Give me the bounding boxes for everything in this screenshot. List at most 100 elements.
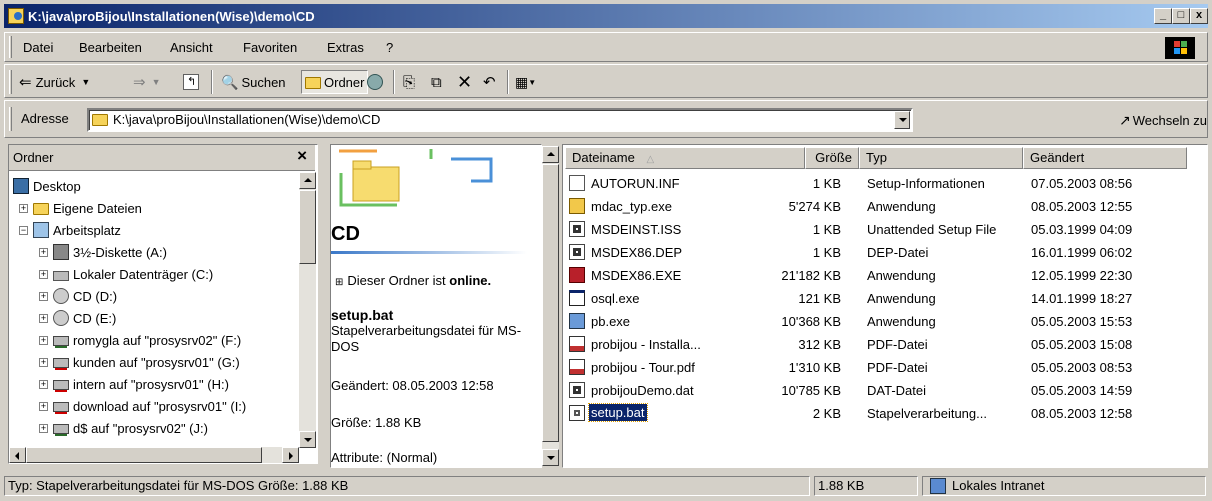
- scroll-up-button[interactable]: [299, 172, 316, 189]
- file-row[interactable]: probijou - Installa... 312 KB PDF-Datei …: [569, 334, 1199, 357]
- tree-item-drive-d[interactable]: + CD (D:): [39, 285, 117, 307]
- tree-item-drive-e[interactable]: + CD (E:): [39, 307, 116, 329]
- back-dropdown-icon[interactable]: ▼: [81, 77, 90, 87]
- file-row[interactable]: mdac_typ.exe 5'274 KB Anwendung 08.05.20…: [569, 196, 1199, 219]
- column-header-type[interactable]: Typ: [859, 147, 1023, 169]
- copy-to-button[interactable]: ⧉: [431, 71, 442, 93]
- column-header-modified[interactable]: Geändert: [1023, 147, 1187, 169]
- menu-extras[interactable]: Extras: [327, 40, 364, 55]
- file-type: Anwendung: [867, 291, 936, 306]
- folder-tree-pane: Ordner × Desktop + Eigene Dateien − Arbe…: [8, 144, 318, 464]
- address-combo[interactable]: K:\java\proBijou\Installationen(Wise)\de…: [87, 108, 913, 132]
- toolbar-separator: [393, 70, 395, 94]
- network-drive-icon: [53, 336, 69, 346]
- expand-icon[interactable]: +: [39, 269, 48, 279]
- back-button-label: Zurück: [35, 74, 76, 90]
- tree-item-drive-j[interactable]: + d$ auf "prosysrv02" (J:): [39, 417, 208, 439]
- forward-dropdown-icon[interactable]: ▼: [152, 77, 161, 87]
- file-name: probijou - Tour.pdf: [591, 360, 695, 375]
- menu-favoriten[interactable]: Favoriten: [243, 40, 297, 55]
- go-button[interactable]: ↗ Wechseln zu: [1119, 109, 1207, 131]
- status-bar: Typ: Stapelverarbeitungsdatei für MS-DOS…: [4, 474, 1208, 498]
- toolbar-handle[interactable]: [9, 70, 12, 94]
- scroll-up-button[interactable]: [542, 146, 559, 163]
- scroll-right-button[interactable]: [282, 447, 299, 463]
- title-bar[interactable]: K:\java\proBijou\Installationen(Wise)\de…: [4, 4, 1208, 28]
- file-type: Unattended Setup File: [867, 222, 997, 237]
- views-button[interactable]: ▦ ▼: [515, 71, 536, 93]
- tree-item-eigene-dateien[interactable]: + Eigene Dateien: [19, 197, 142, 219]
- file-row[interactable]: probijouDemo.dat 10'785 KB DAT-Datei 05.…: [569, 380, 1199, 403]
- search-button[interactable]: 🔍 Suchen: [221, 71, 286, 93]
- column-header-name[interactable]: Dateiname △: [565, 147, 805, 169]
- scroll-thumb[interactable]: [542, 164, 559, 442]
- disconnected-network-drive-icon: [53, 380, 69, 390]
- menu-bar-handle[interactable]: [9, 36, 12, 58]
- file-row[interactable]: pb.exe 10'368 KB Anwendung 05.05.2003 15…: [569, 311, 1199, 334]
- scroll-left-button[interactable]: [9, 447, 26, 463]
- file-type: PDF-Datei: [867, 337, 928, 352]
- file-row[interactable]: AUTORUN.INF 1 KB Setup-Informationen 07.…: [569, 173, 1199, 196]
- undo-button[interactable]: ↶: [483, 71, 496, 93]
- expand-icon[interactable]: +: [39, 423, 48, 433]
- history-button[interactable]: [367, 71, 383, 93]
- expand-icon[interactable]: +: [39, 357, 48, 367]
- up-folder-button[interactable]: ↰: [183, 71, 199, 93]
- file-type: Stapelverarbeitung...: [867, 406, 987, 421]
- scroll-down-button[interactable]: [299, 431, 316, 448]
- menu-ansicht[interactable]: Ansicht: [170, 40, 213, 55]
- generic-file-icon: [569, 382, 585, 398]
- file-row[interactable]: MSDEX86.DEP 1 KB DEP-Datei 16.01.1999 06…: [569, 242, 1199, 265]
- tree-item-drive-i[interactable]: + download auf "prosysrv01" (I:): [39, 395, 246, 417]
- online-status: ⊞ Dieser Ordner ist online.: [335, 273, 491, 288]
- scroll-down-button[interactable]: [542, 449, 559, 466]
- forward-button[interactable]: ⇒ ▼: [133, 71, 161, 93]
- tree-item-drive-c[interactable]: + Lokaler Datenträger (C:): [39, 263, 213, 285]
- tree-item-arbeitsplatz[interactable]: − Arbeitsplatz: [19, 219, 121, 241]
- address-input[interactable]: K:\java\proBijou\Installationen(Wise)\de…: [113, 112, 380, 127]
- menu-datei[interactable]: Datei: [23, 40, 53, 55]
- network-drive-icon: [53, 424, 69, 434]
- tree-item-drive-h[interactable]: + intern auf "prosysrv01" (H:): [39, 373, 229, 395]
- file-row[interactable]: probijou - Tour.pdf 1'310 KB PDF-Datei 0…: [569, 357, 1199, 380]
- column-header-size[interactable]: Größe: [805, 147, 859, 169]
- scroll-thumb[interactable]: [299, 190, 316, 264]
- address-bar-handle[interactable]: [9, 107, 12, 131]
- selected-file-attributes: Attribute: (Normal): [331, 450, 438, 465]
- expand-icon[interactable]: +: [39, 313, 48, 323]
- delete-button[interactable]: ✕: [457, 71, 472, 93]
- menu-bearbeiten[interactable]: Bearbeiten: [79, 40, 142, 55]
- expand-icon[interactable]: +: [39, 247, 48, 257]
- expand-details-icon[interactable]: ⊞: [335, 277, 343, 288]
- expand-icon[interactable]: +: [19, 203, 28, 213]
- scroll-thumb[interactable]: [26, 447, 262, 463]
- back-button[interactable]: ⇐ Zurück ▼: [19, 71, 90, 93]
- tree-horizontal-scrollbar[interactable]: [9, 447, 299, 463]
- tree-item-drive-g[interactable]: + kunden auf "prosysrv01" (G:): [39, 351, 240, 373]
- expand-icon[interactable]: +: [39, 401, 48, 411]
- hard-drive-icon: [53, 271, 69, 281]
- maximize-button[interactable]: □: [1172, 8, 1190, 24]
- web-view-scrollbar[interactable]: [542, 146, 559, 466]
- file-name: MSDEX86.DEP: [591, 245, 683, 260]
- menu-help[interactable]: ?: [386, 40, 393, 55]
- file-row[interactable]: MSDEX86.EXE 21'182 KB Anwendung 12.05.19…: [569, 265, 1199, 288]
- expand-icon[interactable]: +: [39, 335, 48, 345]
- minimize-button[interactable]: _: [1154, 8, 1172, 24]
- tree-item-drive-f[interactable]: + romygla auf "prosysrv02" (F:): [39, 329, 241, 351]
- folders-button[interactable]: Ordner: [301, 70, 369, 94]
- collapse-icon[interactable]: −: [19, 225, 28, 235]
- close-folder-pane-icon[interactable]: ×: [297, 146, 307, 166]
- file-row[interactable]: MSDEINST.ISS 1 KB Unattended Setup File …: [569, 219, 1199, 242]
- file-row-selected[interactable]: setup.bat 2 KB Stapelverarbeitung... 08.…: [569, 403, 1199, 426]
- file-row[interactable]: osql.exe 121 KB Anwendung 14.01.1999 18:…: [569, 288, 1199, 311]
- close-button[interactable]: x: [1190, 8, 1208, 24]
- expand-icon[interactable]: +: [39, 379, 48, 389]
- expand-icon[interactable]: +: [39, 291, 48, 301]
- file-type: Setup-Informationen: [867, 176, 985, 191]
- move-to-button[interactable]: ⎘: [403, 71, 415, 93]
- tree-item-desktop[interactable]: Desktop: [13, 175, 81, 197]
- tree-item-drive-a[interactable]: + 3½-Diskette (A:): [39, 241, 167, 263]
- address-dropdown-button[interactable]: [894, 111, 910, 129]
- tree-vertical-scrollbar[interactable]: [299, 172, 316, 448]
